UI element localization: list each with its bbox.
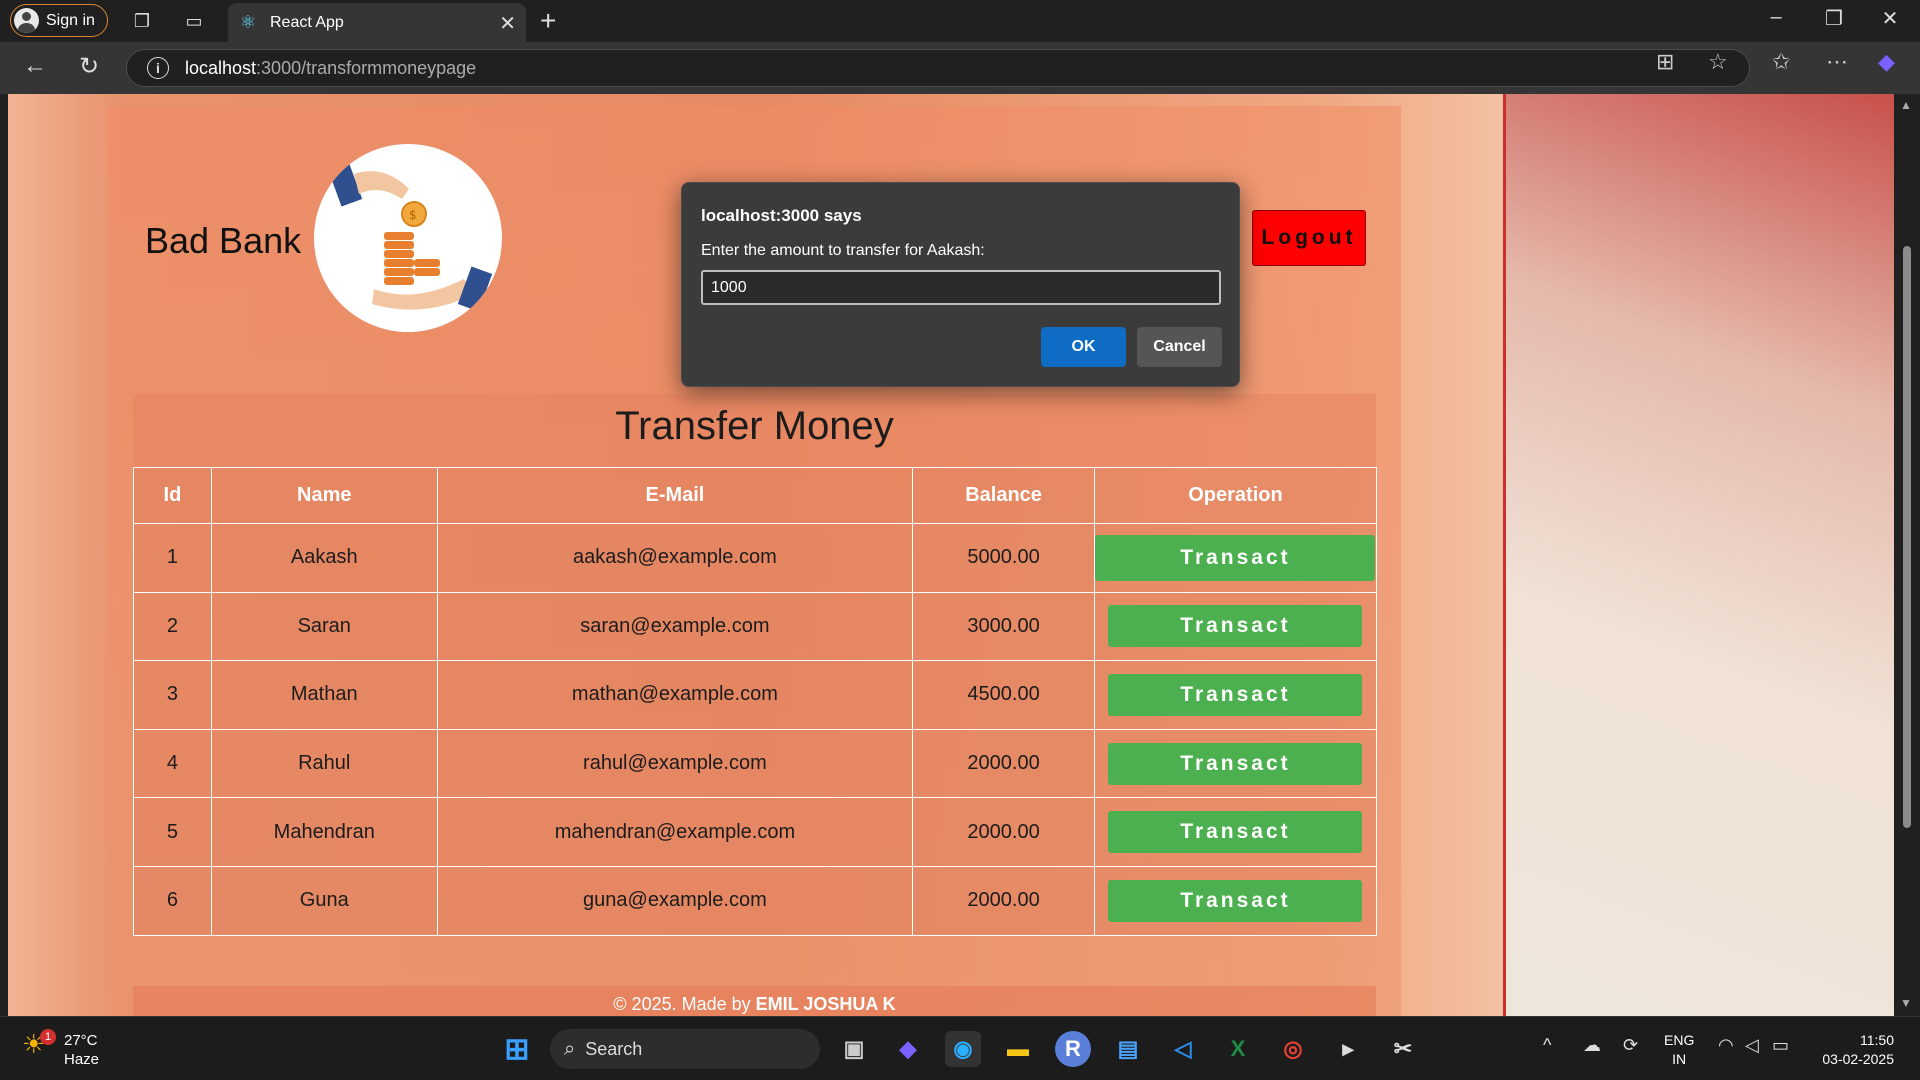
scroll-down-icon[interactable]: ▼: [1900, 996, 1912, 1010]
windows-start-icon[interactable]: ⊞: [499, 1031, 535, 1067]
back-arrow-icon[interactable]: ←: [20, 52, 50, 80]
app-available-icon[interactable]: ⊞: [1656, 49, 1674, 75]
browser-navbar: ← ↻ i localhost:3000/transformmoneypage …: [0, 42, 1920, 94]
profile-avatar-icon: [14, 8, 39, 33]
amount-input[interactable]: [701, 270, 1221, 305]
weather-desc: Haze: [64, 1051, 100, 1068]
signin-label: Sign in: [46, 11, 95, 29]
url-path: :3000/transformmoneypage: [256, 57, 477, 78]
vscode-icon[interactable]: ◁: [1165, 1031, 1201, 1067]
sync-icon[interactable]: ⟳: [1623, 1035, 1638, 1056]
dialog-message: Enter the amount to transfer for Aakash:: [701, 242, 985, 259]
close-tab-icon[interactable]: ✕: [499, 11, 516, 36]
task-view-icon[interactable]: ▣: [836, 1031, 872, 1067]
battery-icon[interactable]: ▭: [1772, 1035, 1789, 1056]
scrollbar-thumb[interactable]: [1903, 246, 1911, 828]
workspaces-icon[interactable]: ❐: [130, 9, 154, 33]
language-indicator[interactable]: ENG IN: [1664, 1031, 1694, 1069]
tab-react-app[interactable]: ⚛ React App ✕: [228, 3, 526, 42]
new-tab-icon[interactable]: +: [540, 5, 556, 37]
react-logo-icon: ⚛: [239, 12, 257, 32]
excel-icon[interactable]: X: [1220, 1031, 1256, 1067]
more-options-icon[interactable]: ⋯: [1826, 49, 1848, 75]
refresh-icon[interactable]: ↻: [74, 52, 104, 81]
terminal-icon[interactable]: ▸: [1330, 1031, 1366, 1067]
search-label: Search: [585, 1038, 643, 1059]
wifi-icon[interactable]: ◠: [1718, 1035, 1734, 1056]
url-host: localhost: [185, 57, 257, 78]
copilot-taskbar-icon[interactable]: ◆: [890, 1031, 926, 1067]
windows-taskbar: ☀ 1 27°C Haze ⊞ ⌕ Search ▣ ◆ ◉ ▬ R ▤ ◁ X…: [0, 1016, 1920, 1080]
ok-button[interactable]: OK: [1041, 327, 1126, 367]
address-bar[interactable]: i localhost:3000/transformmoneypage: [126, 49, 1750, 87]
page-scrollbar[interactable]: ▲ ▼: [1894, 94, 1920, 1016]
clock-time: 11:50: [1860, 1032, 1894, 1048]
scroll-up-icon[interactable]: ▲: [1900, 98, 1912, 112]
taskbar-search[interactable]: ⌕ Search: [550, 1029, 820, 1069]
dialog-overlay: localhost:3000 says Enter the amount to …: [0, 94, 1894, 1016]
restore-icon[interactable]: ❐: [1814, 6, 1854, 31]
notepad-icon[interactable]: ▤: [1110, 1031, 1146, 1067]
lang-line1: ENG: [1664, 1032, 1695, 1048]
favorites-icon[interactable]: ✩: [1772, 49, 1790, 75]
profile-signin-button[interactable]: Sign in: [10, 4, 108, 37]
favorite-star-icon[interactable]: ☆: [1708, 49, 1728, 75]
chrome-icon[interactable]: ◎: [1275, 1031, 1311, 1067]
browser-titlebar: Sign in ❐ ▭ ⚛ React App ✕ + – ❐ ✕: [0, 0, 1920, 42]
prompt-dialog: localhost:3000 says Enter the amount to …: [681, 182, 1240, 387]
weather-badge: 1: [40, 1029, 56, 1045]
site-info-icon[interactable]: i: [147, 57, 169, 79]
clock[interactable]: 11:50 03-02-2025: [1810, 1031, 1894, 1069]
search-icon: ⌕: [564, 1037, 576, 1060]
lang-line2: IN: [1672, 1051, 1687, 1067]
cancel-button[interactable]: Cancel: [1137, 327, 1222, 367]
dialog-title: localhost:3000 says: [701, 206, 862, 225]
tab-title: React App: [270, 13, 344, 31]
r-app-icon[interactable]: R: [1055, 1031, 1091, 1067]
tray-chevron-icon[interactable]: ^: [1543, 1035, 1551, 1056]
copilot-icon[interactable]: ◆: [1878, 49, 1895, 75]
volume-icon[interactable]: ◁: [1745, 1035, 1759, 1056]
snipping-tool-icon[interactable]: ✂: [1385, 1031, 1421, 1067]
edge-browser-icon[interactable]: ◉: [945, 1031, 981, 1067]
weather-temp: 27°C: [64, 1032, 98, 1049]
minimize-icon[interactable]: –: [1756, 6, 1796, 29]
clock-date: 03-02-2025: [1822, 1051, 1894, 1067]
tab-actions-icon[interactable]: ▭: [182, 9, 206, 33]
onedrive-icon[interactable]: ☁: [1583, 1035, 1601, 1056]
file-explorer-icon[interactable]: ▬: [1000, 1031, 1036, 1067]
close-window-icon[interactable]: ✕: [1870, 6, 1910, 31]
